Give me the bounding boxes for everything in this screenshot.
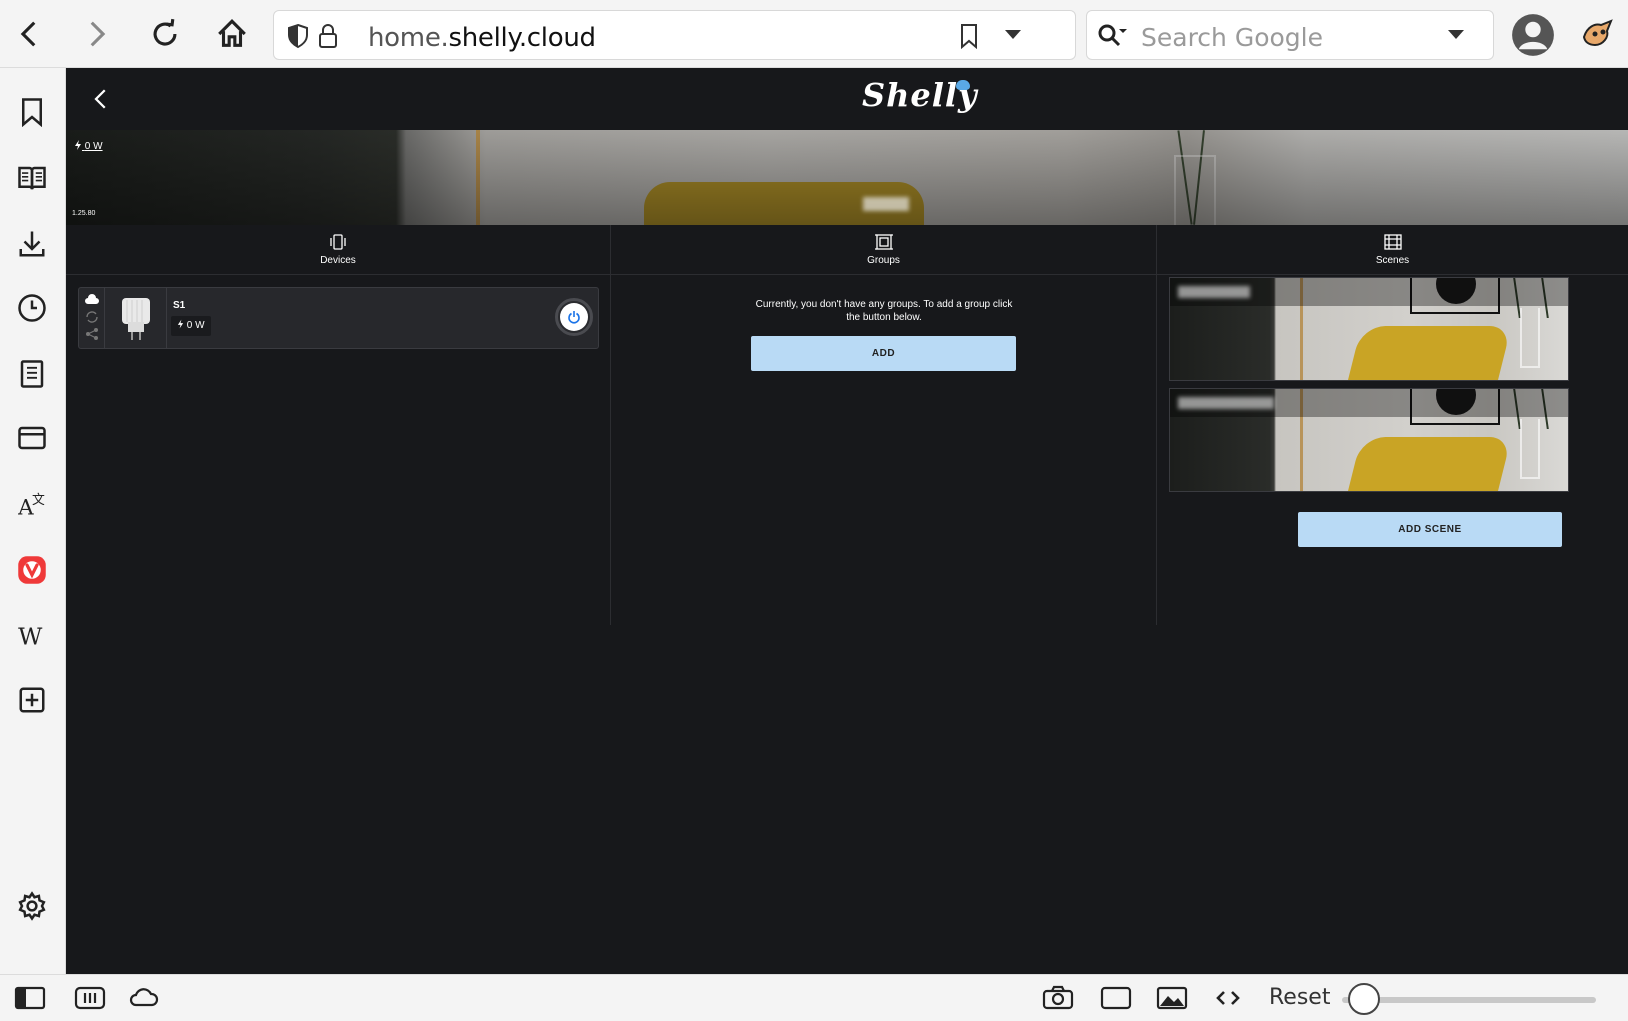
room-banner: 0 W 1.25.80 [66,130,1628,225]
scene-name-blurred [1178,286,1250,298]
scenes-column: Scenes ADD SCENE [1157,225,1628,625]
tab-scenes[interactable]: Scenes [1157,225,1628,275]
devices-column: Devices S1 0 W [66,225,611,625]
scene-chair [1346,326,1512,380]
reading-list-icon[interactable] [12,158,52,198]
groups-icon [874,234,893,250]
bookmarks-icon[interactable] [12,92,52,132]
film-icon [1383,234,1402,250]
chevron-down-icon[interactable] [1004,29,1022,41]
scene-card[interactable] [1169,277,1569,381]
app-header: Shelly [66,68,1628,130]
device-card[interactable]: S1 0 W [78,287,599,349]
add-group-button[interactable]: ADD [751,336,1016,371]
url-host: shelly.cloud [448,23,596,53]
zoom-slider-track[interactable] [1342,997,1596,1003]
groups-empty-message: Currently, you don't have any groups. To… [755,299,1013,323]
chevron-down-icon[interactable] [1447,29,1465,41]
device-image [105,288,167,348]
search-input[interactable]: Search Google [1141,23,1323,52]
reload-icon[interactable] [145,14,185,54]
add-panel-icon[interactable] [12,680,52,720]
cloud-icon [85,294,99,304]
scene-vase [1520,419,1540,479]
bookmark-page-icon[interactable] [958,23,980,49]
device-power-value: 0 W [186,320,205,331]
images-toggle-icon[interactable] [1154,982,1190,1014]
svg-text:W: W [18,623,43,651]
screenshot-camera-icon[interactable] [1040,982,1076,1014]
smart-plug-icon [122,298,150,340]
back-icon[interactable] [10,14,50,54]
sync-cloud-icon[interactable] [126,982,162,1014]
device-icon [330,234,346,250]
zoom-slider-handle[interactable] [1348,983,1380,1015]
lightning-icon [75,140,81,150]
translate-icon[interactable]: A文 [12,484,52,524]
device-power-toggle[interactable] [555,298,593,336]
room-power-value: 0 W [84,141,103,152]
address-bar[interactable]: home.shelly.cloud [273,10,1076,60]
forward-icon[interactable] [76,14,116,54]
tab-groups[interactable]: Groups [611,225,1156,275]
device-name: S1 [173,300,186,311]
device-status-strip [79,288,105,348]
browser-status-bar: Reset [0,974,1628,1021]
browser-toolbar: home.shelly.cloud Search Google [0,0,1628,68]
share-icon [86,328,98,340]
scene-chair [1346,437,1512,491]
banner-shade [66,130,1628,225]
power-icon [568,311,580,324]
search-engine-icon[interactable] [1097,23,1131,49]
shield-icon[interactable] [286,23,310,49]
sync-icon [86,311,98,323]
vivaldi-icon[interactable] [12,550,52,590]
profile-icon[interactable] [1510,12,1556,58]
page-tiling-icon[interactable] [1098,982,1134,1014]
url-text[interactable]: home.shelly.cloud [368,23,596,53]
browser-side-panel: A文 W [0,68,66,974]
tab-tiling-icon[interactable] [72,982,108,1014]
lock-icon[interactable] [318,23,338,49]
room-name-blurred [863,197,909,211]
room-power[interactable]: 0 W [74,140,103,152]
scene-name-blurred [1178,397,1274,409]
page-actions-icon[interactable] [1210,982,1246,1014]
app-version: 1.25.80 [72,210,96,217]
extension-icon[interactable] [1578,14,1618,54]
tab-scenes-label: Scenes [1375,255,1410,266]
zoom-reset-button[interactable]: Reset [1269,985,1330,1010]
url-prefix: home. [368,23,449,53]
svg-text:文: 文 [32,493,45,508]
wikipedia-icon[interactable]: W [12,616,52,656]
home-icon[interactable] [212,14,252,54]
groups-column: Groups Currently, you don't have any gro… [611,225,1157,625]
tab-devices[interactable]: Devices [66,225,610,275]
settings-gear-icon[interactable] [12,886,52,926]
scene-vase [1520,308,1540,368]
search-bar[interactable]: Search Google [1086,10,1494,60]
app-back-icon[interactable] [86,84,116,114]
notes-icon[interactable] [12,354,52,394]
add-scene-button[interactable]: ADD SCENE [1298,512,1562,547]
scene-card[interactable] [1169,388,1569,492]
lightning-icon [177,319,184,329]
window-panel-icon[interactable] [12,418,52,458]
panel-toggle-icon[interactable] [12,982,48,1014]
downloads-icon[interactable] [12,224,52,264]
history-icon[interactable] [12,288,52,328]
tab-devices-label: Devices [320,255,356,266]
logo-cloud-icon [956,80,970,90]
device-power: 0 W [171,316,211,336]
shelly-app: Shelly 0 W 1.25.80 Devices S1 0 W Groups… [66,68,1628,974]
tab-groups-label: Groups [867,255,900,266]
